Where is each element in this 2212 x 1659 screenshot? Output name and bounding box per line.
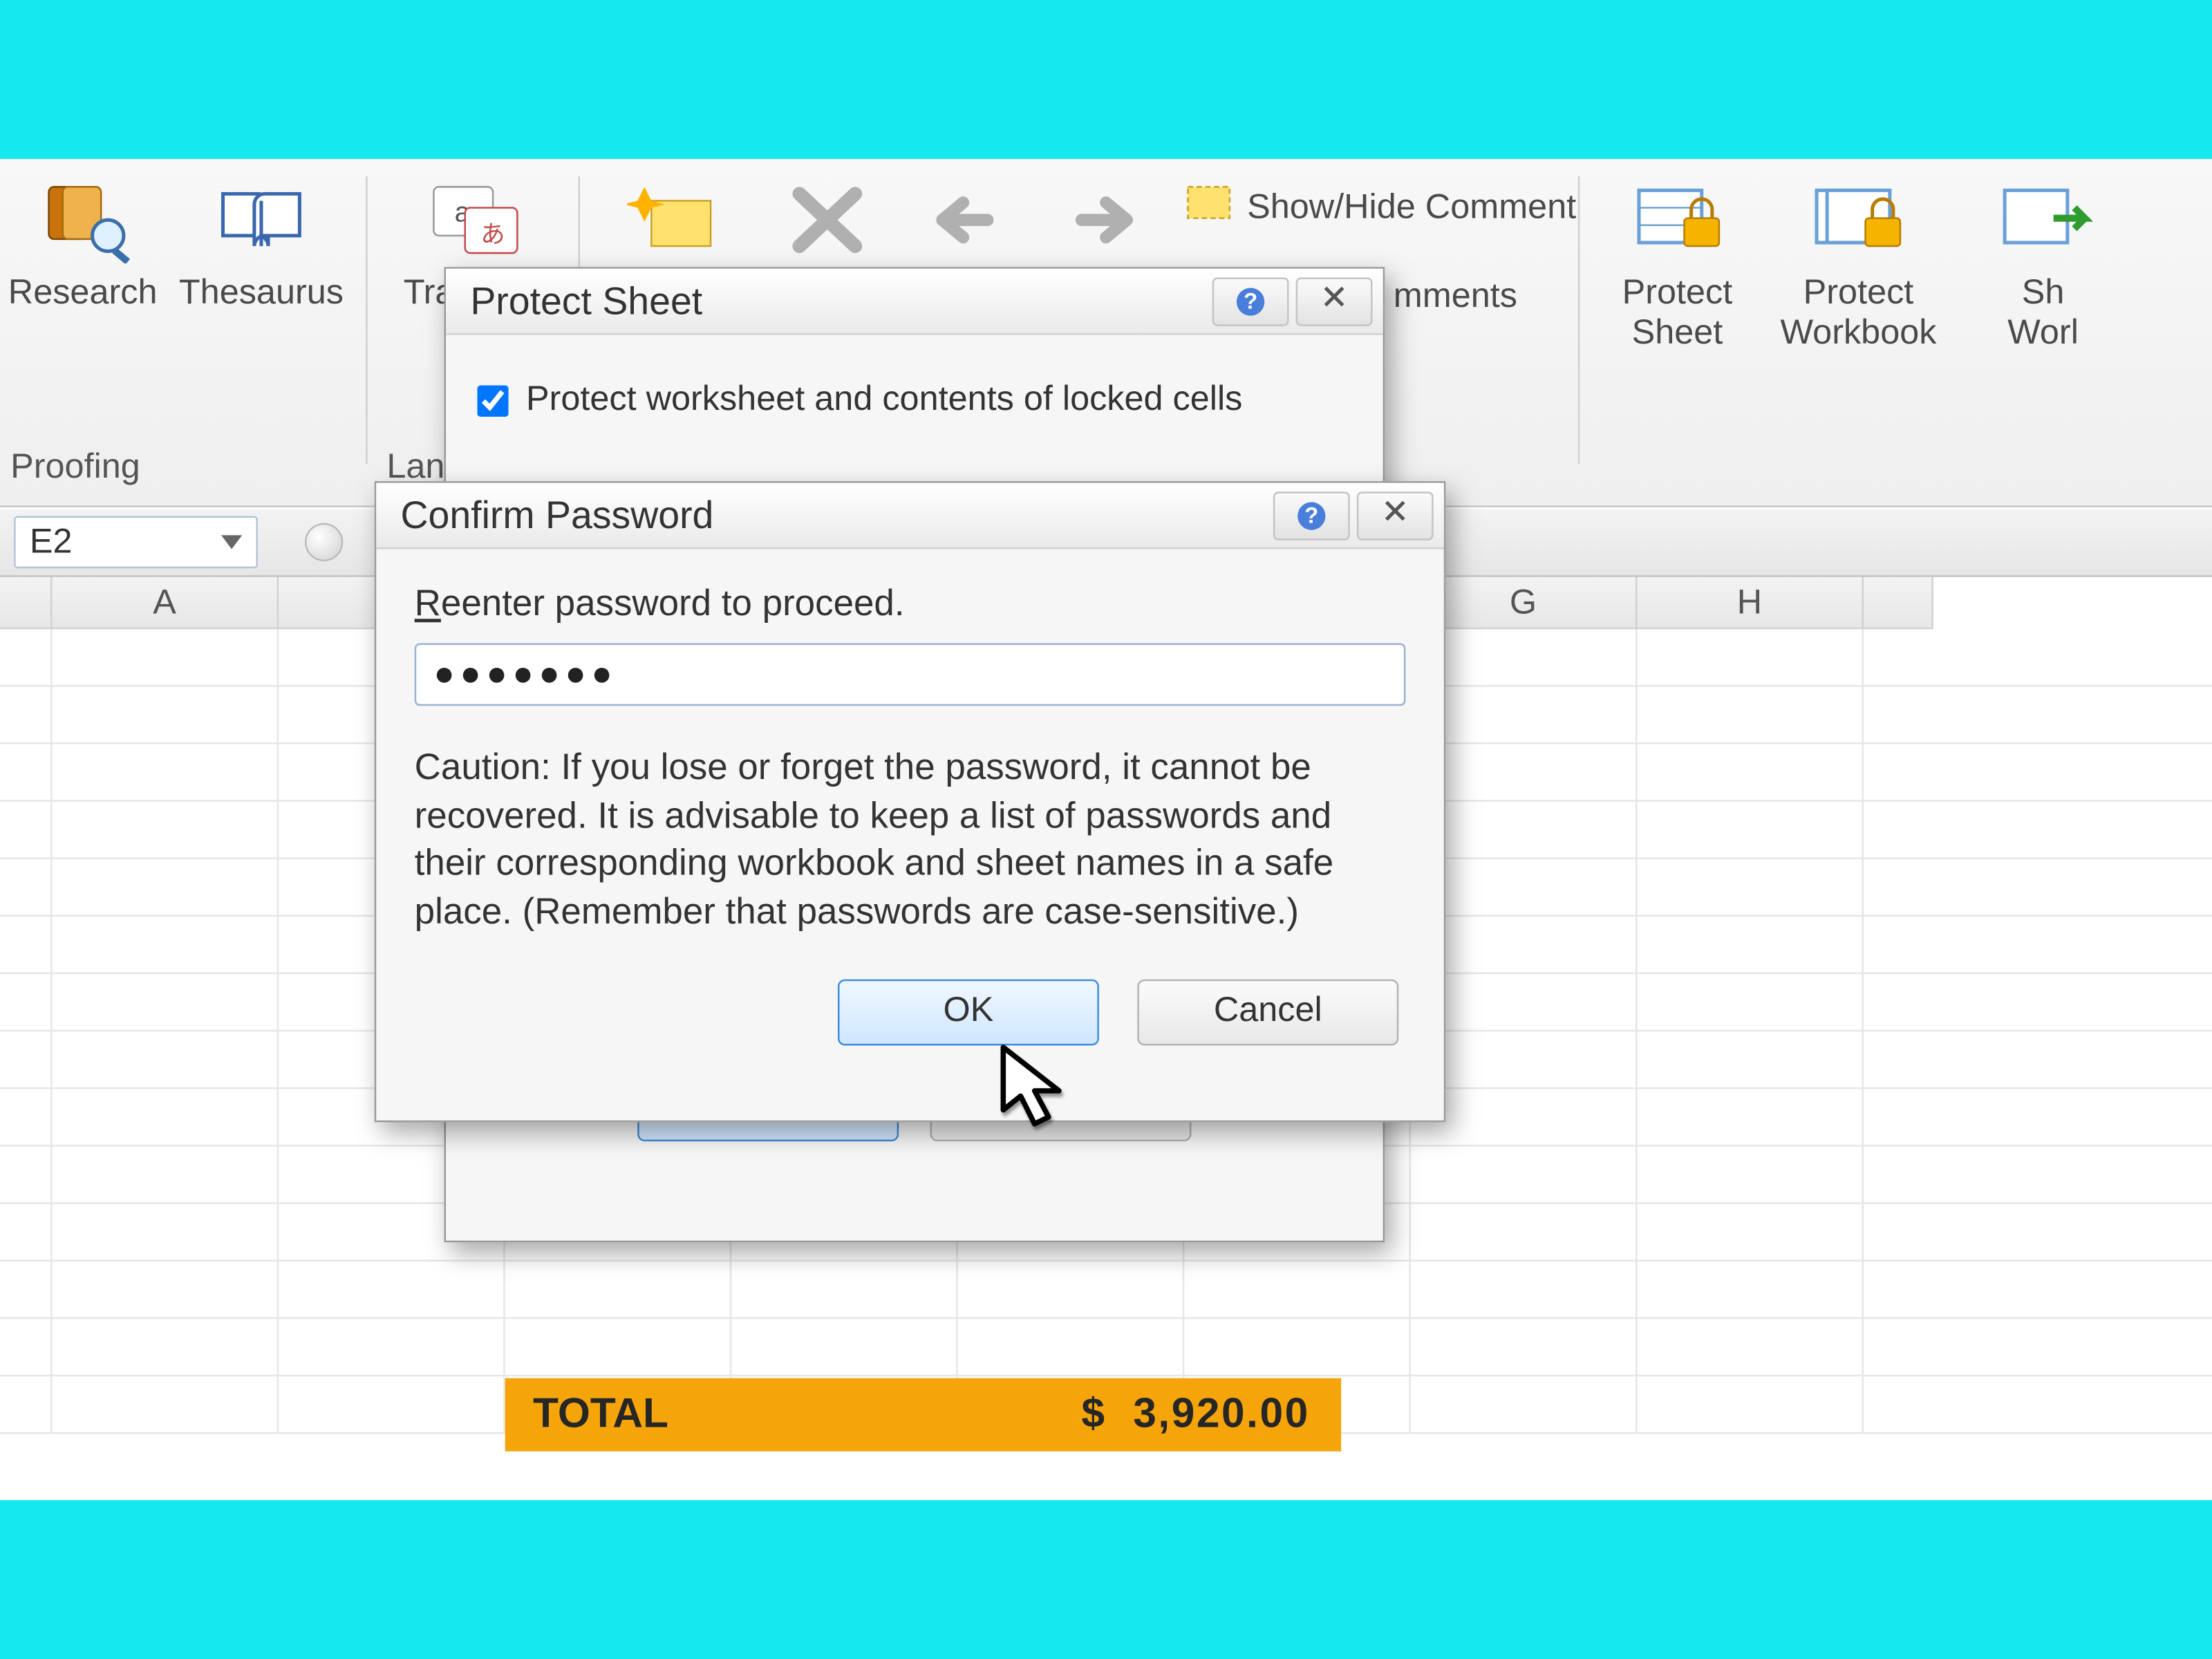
confirm-password-input[interactable] — [415, 643, 1406, 706]
ribbon-next-comment-button[interactable] — [1045, 176, 1167, 274]
arrow-right-icon — [1053, 176, 1158, 263]
protect-sheet-titlebar[interactable]: Protect Sheet ? — [446, 269, 1383, 335]
arrow-left-icon — [915, 176, 1019, 263]
research-icon — [30, 176, 135, 263]
protect-locked-cells-input[interactable] — [477, 384, 508, 415]
share-workbook-icon — [1991, 176, 2095, 263]
ribbon-share-workbook-button[interactable]: ShWorl — [1965, 176, 2121, 354]
close-icon — [1381, 497, 1409, 534]
ribbon-research-button[interactable]: Research — [0, 176, 165, 314]
comment-toggle-icon — [1184, 183, 1233, 234]
ribbon-thesaurus-label: Thesaurus — [165, 274, 357, 314]
thesaurus-icon — [209, 176, 313, 263]
svg-text:あ: あ — [480, 221, 505, 248]
chevron-down-icon — [221, 535, 242, 549]
protect-locked-cells-checkbox[interactable]: Protect worksheet and contents of locked… — [477, 380, 1351, 420]
confirm-password-prompt: Reenter password to proceed. — [415, 584, 1406, 626]
ribbon-protect-workbook-button[interactable]: Protect Workbook — [1763, 176, 1954, 354]
ribbon-protect-sheet-button[interactable]: Protect Sheet — [1599, 176, 1756, 354]
total-row: TOTAL $ 3,920.00 — [505, 1378, 1341, 1452]
ribbon-new-comment-button[interactable] — [610, 176, 749, 274]
confirm-password-ok-button[interactable]: OK — [838, 979, 1099, 1045]
confirm-password-titlebar[interactable]: Confirm Password ? — [376, 483, 1444, 550]
confirm-password-dialog: Confirm Password ? Reenter password to p… — [375, 481, 1446, 1122]
x-icon — [775, 176, 879, 263]
confirm-password-prompt-text: eenter password to proceed. — [441, 584, 905, 624]
col-header-A[interactable]: A — [53, 577, 279, 630]
ribbon-prev-comment-button[interactable] — [906, 176, 1027, 274]
ribbon-thesaurus-button[interactable]: Thesaurus — [165, 176, 357, 314]
col-header-H[interactable]: H — [1638, 577, 1864, 630]
help-icon: ? — [1237, 287, 1264, 315]
protect-sheet-title: Protect Sheet — [470, 279, 702, 324]
protect-sheet-icon — [1625, 176, 1730, 263]
ribbon-showhidecomment-label: Show/Hide Comment — [1247, 189, 1576, 229]
translate-icon: aあ — [423, 176, 527, 263]
protect-sheet-help-button[interactable]: ? — [1212, 276, 1289, 326]
ribbon-protect-sheet-label: Protect Sheet — [1599, 274, 1756, 354]
close-icon — [1320, 283, 1348, 319]
ribbon-research-label: Research — [0, 274, 165, 314]
ribbon-divider — [366, 176, 368, 464]
ribbon-divider-3 — [1578, 176, 1580, 464]
col-header-more[interactable] — [1864, 577, 1933, 630]
mouse-cursor — [996, 1044, 1080, 1143]
confirm-password-help-button[interactable]: ? — [1273, 491, 1350, 540]
confirm-password-title: Confirm Password — [401, 493, 714, 538]
confirm-password-close-button[interactable] — [1357, 491, 1434, 540]
total-label: TOTAL — [505, 1390, 1082, 1439]
help-icon: ? — [1297, 501, 1325, 529]
total-amount: $ 3,920.00 — [1081, 1390, 1341, 1439]
protect-locked-cells-label: Protect worksheet and contents of locked… — [526, 380, 1242, 420]
ribbon-group-proofing: Proofing — [10, 448, 140, 488]
ribbon-delete-comment-button[interactable] — [767, 176, 888, 274]
name-box-value: E2 — [30, 522, 73, 562]
name-box[interactable]: E2 — [14, 516, 258, 569]
protect-workbook-icon — [1806, 176, 1911, 263]
ribbon-showhide-comment-button[interactable]: Show/Hide Comment — [1184, 183, 1576, 234]
confirm-password-cancel-button[interactable]: Cancel — [1137, 979, 1398, 1045]
ribbon-share-workbook-label: ShWorl — [1965, 274, 2121, 354]
sparkle-note-icon — [627, 176, 731, 263]
select-all-corner[interactable] — [0, 577, 53, 630]
confirm-password-caution: Caution: If you lose or forget the passw… — [415, 744, 1406, 937]
ribbon-comments-label-partial: mments — [1394, 277, 1517, 317]
fx-button[interactable] — [305, 523, 343, 561]
ribbon-protect-workbook-label: Protect Workbook — [1763, 274, 1954, 354]
protect-sheet-close-button[interactable] — [1296, 276, 1373, 326]
